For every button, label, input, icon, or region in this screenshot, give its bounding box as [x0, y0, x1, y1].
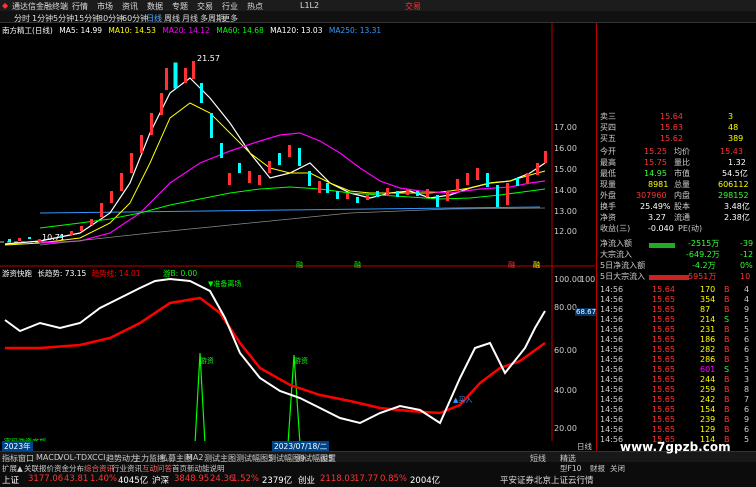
stat-row: 外盘 307960 内盘 298152: [600, 191, 749, 200]
buy-annotation: ▲买入: [453, 396, 473, 404]
exit-annotation: ▼准备离场: [208, 280, 242, 288]
candles: [8, 61, 547, 242]
app-logo-icon: ◆: [2, 1, 9, 10]
tick-row: 14:56 15.65 214 S 5: [600, 315, 750, 324]
indicator-tab[interactable]: MA2: [186, 453, 203, 462]
order-row: 卖三 15.64 3: [600, 112, 734, 121]
indicator-tab[interactable]: MACD: [36, 453, 60, 462]
tick-row: 14:56 15.65 129 B 6: [600, 425, 750, 434]
tick-row: 14:56 15.64 170 B 4: [600, 285, 750, 294]
sub-current-value: 68.67: [575, 308, 598, 316]
tick-row: 14:56 15.65 87 B 9: [600, 305, 750, 314]
candle-mark: 融: [296, 261, 303, 269]
tick-row: 14:56 15.65 231 B 5: [600, 325, 750, 334]
flow-bar: [649, 275, 689, 280]
indicator-name: 游资快跑: [2, 269, 32, 278]
stat-row: 净资 3.27 流通 2.38亿: [600, 213, 750, 222]
chart-svg: [0, 23, 595, 451]
long-trend-label: 长趋势: 73.15: [37, 269, 87, 278]
flow-bar: [649, 243, 675, 248]
tick-list: 14:56 15.64 170 B 4 14:56 15.65 354 B 4 14:56 15.…: [597, 285, 756, 451]
quote-panel: 卖三 15.64 3 买四 15.63 48 买五 15.62 389 今开 15.25 均价 1…: [596, 23, 756, 451]
date-row: 2023年 2023/07/18/二 日线: [0, 441, 595, 452]
order-row: 买四 15.63 48: [600, 123, 739, 132]
tick-row: 14:56 15.65 242 B 7: [600, 395, 750, 404]
price-axis: 17.00 16.00 15.00 14.00 13.00 12.00: [554, 123, 577, 236]
trend-line-label: 趋势线: 14.01: [91, 269, 141, 278]
tick-row: 14:56 15.65 601 S 5: [600, 365, 750, 374]
candle-mark: 融: [533, 261, 540, 269]
tick-row: 14:56 15.65 259 B 8: [600, 385, 750, 394]
tick-row: 14:56 15.65 239 B 9: [600, 415, 750, 424]
high-price-label: 21.57: [197, 54, 220, 63]
stat-row: 现量 8981 总量 606112: [600, 180, 749, 189]
youzi-b-label: 游B: 0.00: [162, 269, 198, 278]
tick-row: 14:56 15.65 186 B 6: [600, 335, 750, 344]
tick-row: 14:56 15.65 354 B 4: [600, 295, 750, 304]
exchange-label: L1L2: [300, 1, 320, 10]
flow-row: 大宗流入 -649.2万 -12: [600, 250, 754, 259]
stat-row: 最高 15.75 量比 1.32: [600, 158, 746, 167]
candle-mark: 融: [354, 261, 361, 269]
title-bar: ◆ 通达信金融终端 行情 市场 资讯 数据 专题 交易 行业 热点 L1L2 交…: [0, 0, 756, 11]
stat-row: 最低 14.95 市值 54.5亿: [600, 169, 748, 178]
order-row: 买五 15.62 389: [600, 134, 744, 143]
low-price-label: 10.71: [42, 233, 65, 242]
status-items: 扩展▲ 关联报价 资金分布 综合资讯 行业资讯 互动问答 首页新动能说明 型F1…: [2, 464, 625, 473]
watermark-text: www.7gpzb.com: [620, 440, 731, 454]
stat-row: 换手 25.49% 股本 3.48亿: [600, 202, 750, 211]
flow-row: 5日净流入额 -4.2万 0%: [600, 261, 753, 270]
stat-row: 今开 15.25 均价 15.43: [600, 147, 743, 156]
tick-row: 14:56 15.65 154 B 6: [600, 405, 750, 414]
tick-row: 14:56 15.65 282 B 6: [600, 345, 750, 354]
flow-row: 净流入额 -2515万 -39: [600, 239, 754, 248]
indicator-tab[interactable]: VOL-TDX: [58, 453, 93, 462]
period-bar: 分时 1分钟 5分钟 15分钟 30分钟 60分钟 日线 周线 月线 多周期 更…: [0, 11, 756, 23]
spike-label-2: 游资: [294, 357, 308, 365]
stat-row: 收益(三) -0.040 PE(动): [600, 224, 703, 233]
tick-row: 14:56 15.65 286 B 3: [600, 355, 750, 364]
index-row: 上证 3177.06 43.81 1.40% 4045亿 沪深 3848.95 …: [2, 474, 594, 486]
candle-mark: 融: [508, 261, 515, 269]
chart-area[interactable]: 南方精工(日线) MA5: 14.99 MA10: 14.53 MA20: 14…: [0, 23, 608, 451]
sub-info-bar: 游资快跑 长趋势: 73.15 趋势线: 14.01 游B: 0.00: [2, 268, 197, 279]
tick-row: 14:56 15.65 244 B 3: [600, 375, 750, 384]
spike-label-1: 游资: [200, 357, 214, 365]
status-bar: 扩展▲ 关联报价 资金分布 综合资讯 行业资讯 互动问答 首页新动能说明 型F1…: [0, 462, 756, 487]
sub-axis-ticks: 100.00 80.00 60.00 40.00 20.00: [554, 275, 582, 433]
indicator-tab[interactable]: CCI: [92, 453, 106, 462]
